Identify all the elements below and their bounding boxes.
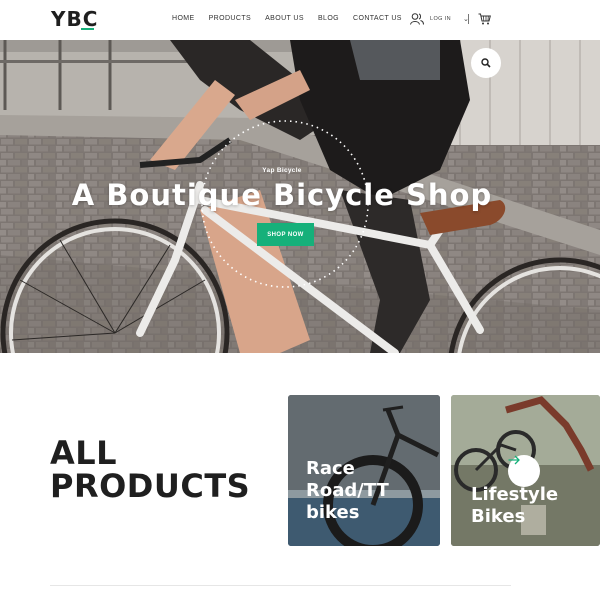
all-products-heading: ALL PRODUCTS <box>50 437 250 503</box>
hero-banner: Yap Bicycle A Boutique Bicycle Shop SHOP… <box>0 40 600 353</box>
card-label-race-road: Race Road/TT bikes <box>306 458 389 523</box>
product-card-lifestyle[interactable]: Lifestyle Bikes <box>451 395 600 546</box>
nav-products[interactable]: PRODUCTS <box>209 15 251 22</box>
cart-button[interactable] <box>478 12 491 30</box>
hero-subtitle: Yap Bicycle <box>262 167 302 174</box>
arrow-right-icon <box>508 455 520 465</box>
nav-about-us[interactable]: ABOUT US <box>265 15 304 22</box>
heading-line-2: PRODUCTS <box>50 467 251 505</box>
nav-blog[interactable]: BLOG <box>318 15 339 22</box>
login-label: LOG IN <box>430 16 452 22</box>
card-arrow-button[interactable] <box>508 455 540 487</box>
card-label-lifestyle: Lifestyle Bikes <box>471 484 559 527</box>
hero-title: A Boutique Bicycle Shop <box>71 178 493 212</box>
nav-contact-us[interactable]: CONTACT US <box>353 15 402 22</box>
section-divider <box>50 585 511 586</box>
logo-accent-bar <box>81 28 94 30</box>
user-icon <box>410 13 424 25</box>
nav-home[interactable]: HOME <box>172 15 195 22</box>
login-button[interactable]: LOG IN ⌄ <box>410 13 469 25</box>
heading-line-1: ALL <box>50 434 118 472</box>
search-icon <box>481 58 491 68</box>
shop-now-button[interactable]: SHOP NOW <box>257 223 314 246</box>
main-nav: HOME PRODUCTS ABOUT US BLOG CONTACT US <box>172 15 402 22</box>
header-divider <box>468 14 469 24</box>
search-button[interactable] <box>471 48 501 78</box>
product-card-race-road[interactable]: Race Road/TT bikes <box>288 395 440 546</box>
cart-icon <box>478 13 491 25</box>
site-header: YBC HOME PRODUCTS ABOUT US BLOG CONTACT … <box>0 0 600 40</box>
